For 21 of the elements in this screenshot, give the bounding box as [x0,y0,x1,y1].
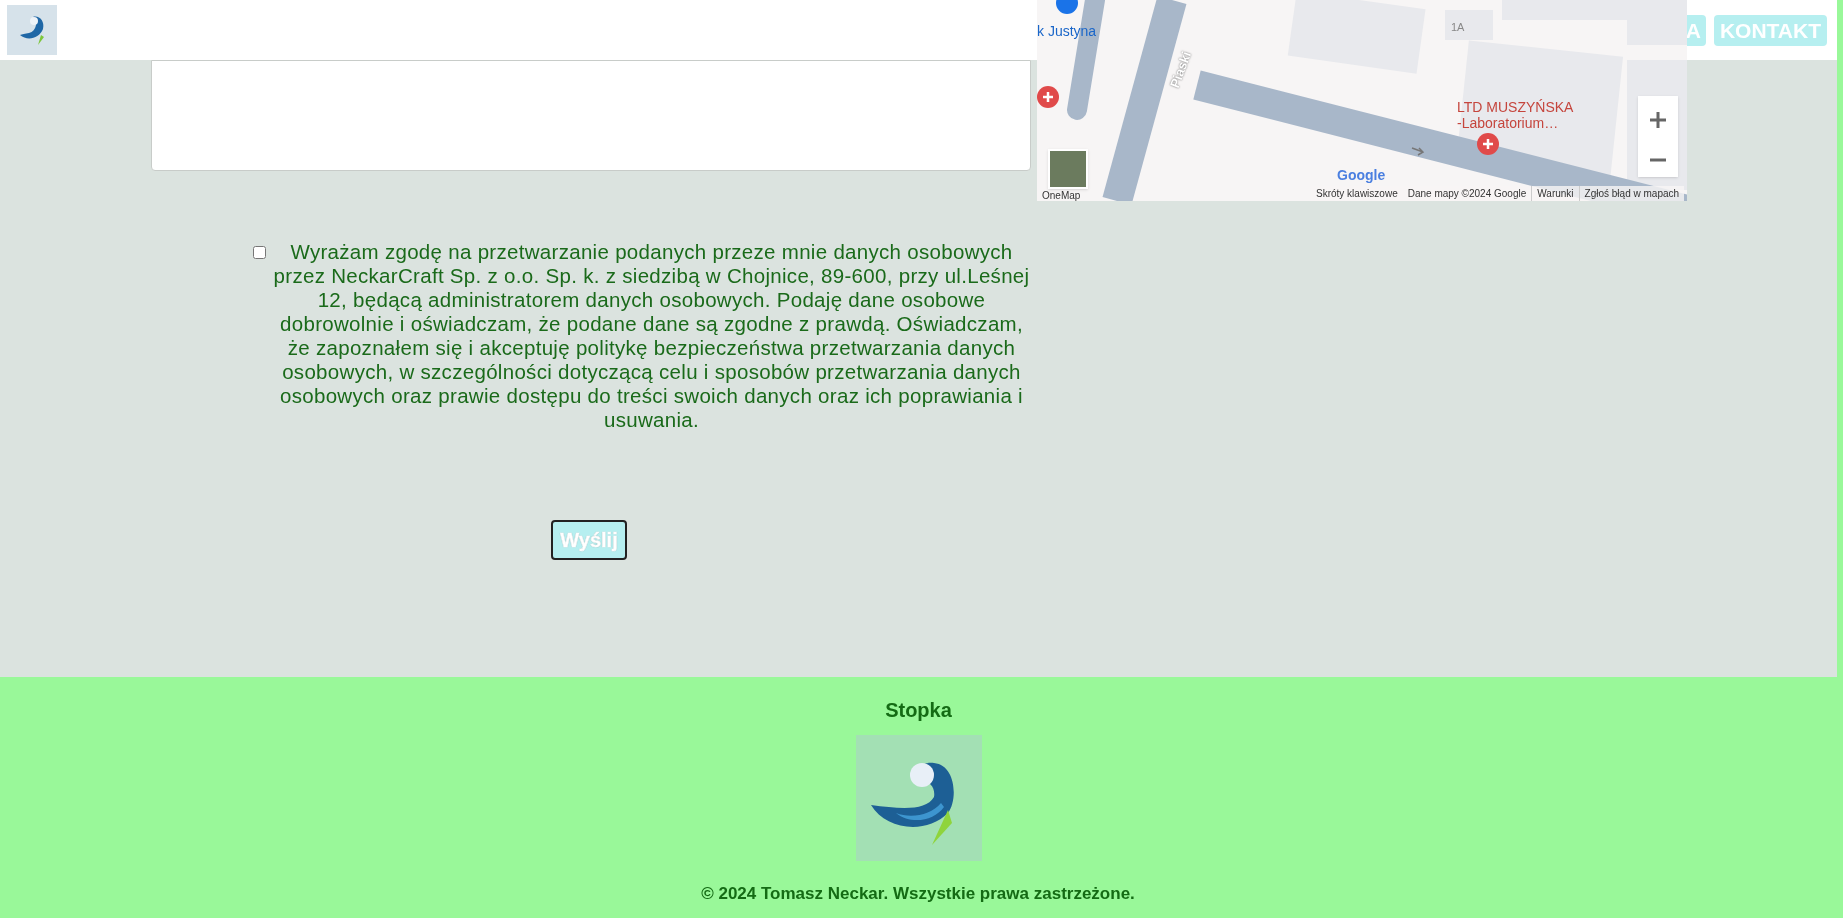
map-link[interactable]: Dane mapy ©2024 Google [1402,186,1532,201]
map-label: k Justyna [1037,22,1097,41]
logo-icon[interactable] [7,5,57,55]
consent-text: Wyrażam zgodę na przetwarzanie podanych przeze mnie danych osobowych przez NeckarCraft Sp. z o.o. Sp. k. z siedzibą w Chojnice, 89-600, przy ul.Leśnej 12, będącą administratorem danych osobowych. Podaję dane osobowe dobrowolnie i oświadczam, że podane dane są zgodne z prawdą. Oświadczam, że zapoznałem się i akceptuję politykę bezpieczeństwa przetwarzania danych osobowych, w szczególności dotyczącą celu i sposobów przetwarzania danych osobowych oraz prawie dostępu do treści swoich danych oraz ich poprawiania i usuwania. [272,240,1031,432]
map[interactable]: k Justyna Piaski 1A LTD MUSZYŃSKA -Laboratorium… Google OneMap Skróty klawiszowe Dane mapy ©2024 Google Warunki Zgłoś błąd w mapach [1037,0,1687,201]
logo-icon [855,735,982,861]
map-link[interactable]: Zgłoś błąd w mapach [1578,186,1685,201]
place-label: LTD MUSZYŃSKA [1457,99,1574,115]
map-link[interactable]: Skróty klawiszowe [1311,186,1403,201]
place-label: -Laboratorium… [1457,115,1560,131]
map-layer-label: OneMap [1042,189,1081,201]
street-label: Piaski [1166,48,1196,91]
zoom-out-icon[interactable] [1649,158,1667,163]
footer-title: Stopka [885,698,952,723]
map-link[interactable]: Warunki [1531,186,1579,201]
building-label: 1A [1451,20,1465,35]
map-logo: Google [1337,166,1386,185]
satellite-thumbnail[interactable] [1048,149,1088,189]
zoom-in-icon[interactable] [1649,110,1667,129]
copyright-text: © 2024 Tomasz Neckar. Wszystkie prawa zastrzeżone. [701,883,1135,905]
consent-checkbox[interactable] [253,246,266,259]
